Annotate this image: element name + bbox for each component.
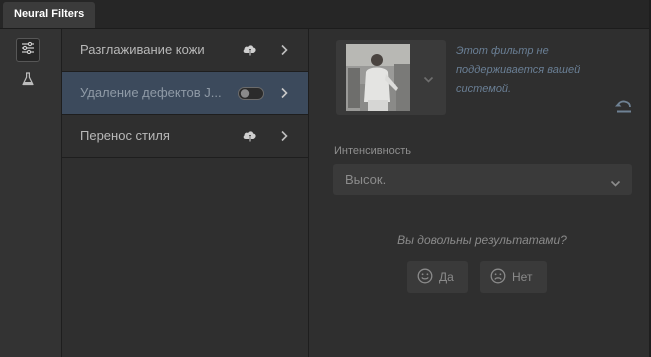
unsupported-filter-note: Этот фильтр не поддерживается вашей сист…: [456, 45, 581, 95]
filter-detail-panel: Этот фильтр не поддерживается вашей сист…: [309, 29, 649, 357]
intensity-label: Интенсивность: [334, 145, 412, 157]
filter-label: Перенос стиля: [80, 128, 170, 143]
feedback-yes-button[interactable]: Да: [407, 261, 468, 293]
filter-label: Удаление дефектов J...: [80, 85, 222, 100]
feedback-no-label: Нет: [512, 270, 533, 284]
feedback-question: Вы довольны результатами?: [397, 233, 567, 247]
filter-label: Разглаживание кожи: [80, 42, 205, 57]
chevron-down-icon: [610, 175, 621, 193]
rail-filters-button[interactable]: [16, 38, 40, 62]
chevron-right-icon[interactable]: [280, 129, 288, 147]
intensity-dropdown[interactable]: Высок.: [333, 164, 632, 195]
chevron-right-icon[interactable]: [280, 43, 288, 61]
reset-icon[interactable]: [614, 98, 634, 119]
filter-item-jpeg-artifacts-removal[interactable]: Удаление дефектов J...: [62, 72, 308, 115]
chevron-down-icon[interactable]: [423, 71, 434, 89]
intensity-value: Высок.: [345, 172, 387, 187]
feedback-no-button[interactable]: Нет: [480, 261, 547, 293]
tool-rail: [0, 29, 62, 357]
frown-icon: [490, 268, 512, 287]
smile-icon: [417, 268, 439, 287]
filter-toggle-switch[interactable]: [238, 87, 264, 105]
preview-thumbnail-image: [346, 44, 410, 111]
cloud-download-icon[interactable]: [242, 42, 258, 63]
filter-item-style-transfer[interactable]: Перенос стиля: [62, 115, 308, 158]
chevron-right-icon[interactable]: [280, 86, 288, 104]
preview-thumbnail-selector[interactable]: [336, 40, 446, 115]
filter-item-skin-smoothing[interactable]: Разглаживание кожи: [62, 29, 308, 72]
rail-beta-button[interactable]: [16, 69, 40, 93]
feedback-yes-label: Да: [439, 270, 454, 284]
flask-icon: [22, 71, 34, 91]
filter-list: Разглаживание кожи Удаление дефектов J..…: [62, 29, 309, 357]
panel-tab-label: Neural Filters: [14, 8, 85, 20]
cloud-download-icon[interactable]: [242, 128, 258, 149]
tab-bar: Neural Filters: [0, 0, 651, 29]
sliders-icon: [21, 41, 35, 59]
panel-tab-neural-filters[interactable]: Neural Filters: [3, 2, 96, 28]
